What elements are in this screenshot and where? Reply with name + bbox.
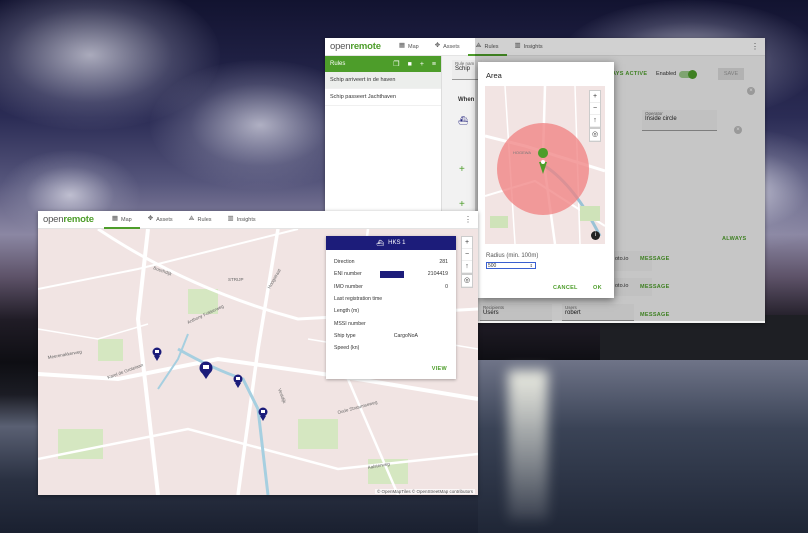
zoom-out-button[interactable]: − <box>590 103 600 115</box>
tab-assets[interactable]: ✥ Assets <box>140 211 181 228</box>
assets-icon: ✥ <box>434 42 441 50</box>
zoom-in-button[interactable]: + <box>590 91 600 103</box>
attribute-row: Ship type CargoNoA <box>334 332 418 339</box>
tab-assets[interactable]: ✥ Assets <box>427 38 468 55</box>
rules-header: Rules ❐ ■ + ≡ <box>325 56 441 72</box>
map-window-topbar: openremote ▦ Map ✥ Assets ⟁ Rules ▥ Insights… <box>38 211 478 229</box>
ship-marker-selected[interactable] <box>199 361 213 381</box>
zoom-controls: + − ↑ <box>461 236 473 274</box>
add-icon[interactable]: + <box>420 61 424 68</box>
info-card-header: ⛴ HKS 1 <box>326 236 456 250</box>
ship-marker[interactable] <box>233 374 243 390</box>
attribute-row: Length (m) <box>334 308 360 315</box>
compass-icon[interactable]: ↑ <box>590 115 600 127</box>
area-map[interactable]: HOGEWA + − ↑ ◎ i <box>485 86 605 244</box>
tab-map[interactable]: ▦ Map <box>103 211 140 229</box>
when-label: When <box>458 97 475 103</box>
zoom-out-button[interactable]: − <box>462 249 472 261</box>
radius-input[interactable]: 500 ⇕ <box>486 262 536 269</box>
logo[interactable]: openremote <box>38 214 104 225</box>
attribute-row: ENI number 2104419 <box>334 270 448 278</box>
assets-icon: ✥ <box>147 215 154 223</box>
add-condition-button[interactable]: + <box>459 164 465 175</box>
tab-insights[interactable]: ▥ Insights <box>220 211 264 228</box>
ship-marker[interactable] <box>152 347 162 363</box>
info-icon[interactable]: i <box>591 231 600 240</box>
map-icon: ▦ <box>398 42 405 50</box>
ship-icon: ⛴ <box>458 116 469 125</box>
highlight-bar <box>379 270 404 278</box>
main-nav: ▦ Map ✥ Assets ⟁ Rules ▥ Insights <box>103 211 264 229</box>
map-attribution[interactable]: © OpenMapTiles © OpenStreetMap contribut… <box>374 489 475 494</box>
ship-marker[interactable] <box>258 407 268 423</box>
attribute-row: Speed (kn) <box>334 345 360 352</box>
map-street-label: STRIJP <box>228 277 244 282</box>
rules-icon: ⟁ <box>188 215 195 223</box>
insights-icon: ▥ <box>227 215 234 223</box>
map-street-label: HOGEWA <box>513 150 531 155</box>
cancel-button[interactable]: CANCEL <box>553 285 578 291</box>
stepper-icon: ⇕ <box>529 263 533 268</box>
compass-icon[interactable]: ↑ <box>462 261 472 273</box>
attribute-row: Direction 281 <box>334 259 448 266</box>
attribute-row: IMO number 0 <box>334 283 448 290</box>
rule-list-item[interactable]: Schip arriveert in de haven <box>325 72 441 89</box>
sort-icon[interactable]: ≡ <box>432 61 436 68</box>
zoom-controls: + − ↑ <box>589 90 601 128</box>
view-button[interactable]: VIEW <box>432 366 447 372</box>
asset-info-card: ⛴ HKS 1 Direction 281 ENI number 2104419 I… <box>326 236 456 379</box>
attribute-row: MSSI number <box>334 320 366 327</box>
map-icon: ▦ <box>111 215 118 223</box>
locate-icon: ◎ <box>590 129 600 141</box>
attribute-row: Last registration time <box>334 296 383 303</box>
area-dialog: Area HOGEWA + − ↑ ◎ i Radius (min. 100m)… <box>478 62 614 298</box>
more-menu-icon[interactable]: ⋮ <box>464 215 472 224</box>
river <box>478 360 808 533</box>
logo[interactable]: openremote <box>325 41 391 52</box>
rule-list-item[interactable]: Schip passeert Jachthaven <box>325 89 441 106</box>
tab-map[interactable]: ▦ Map <box>391 38 427 55</box>
locate-button[interactable]: ◎ <box>589 128 601 142</box>
dialog-title: Area <box>486 71 502 80</box>
add-condition-button[interactable]: + <box>459 199 465 210</box>
ship-icon: ⛴ <box>376 240 385 247</box>
copy-icon[interactable]: ❐ <box>393 61 399 68</box>
tab-rules[interactable]: ⟁ Rules <box>181 211 220 228</box>
zoom-in-button[interactable]: + <box>462 237 472 249</box>
radius-label: Radius (min. 100m) <box>486 253 539 259</box>
delete-icon[interactable]: ■ <box>408 61 412 68</box>
locate-icon: ◎ <box>462 275 472 287</box>
area-map-streets: HOGEWA <box>485 86 605 244</box>
locate-button[interactable]: ◎ <box>461 274 473 288</box>
ok-button[interactable]: OK <box>593 285 602 291</box>
